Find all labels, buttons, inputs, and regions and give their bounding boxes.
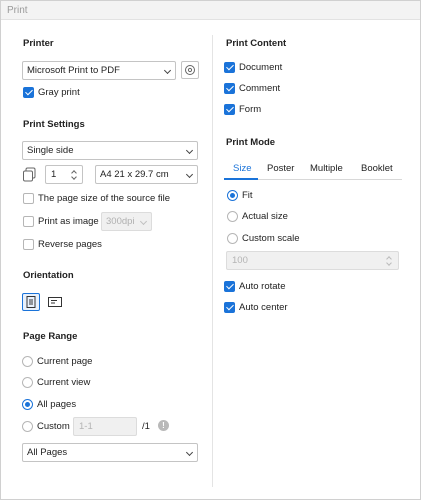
portrait-icon	[26, 296, 36, 308]
print-dialog: Print Printer Microsoft Print to PDF Gra…	[0, 0, 421, 500]
paper-size-value: A4 21 x 29.7 cm	[100, 169, 169, 180]
chevron-down-icon[interactable]	[71, 174, 77, 180]
sides-select[interactable]: Single side	[22, 141, 198, 160]
gray-print-label: Gray print	[38, 87, 80, 98]
form-label: Form	[239, 104, 262, 115]
custom-scale-label: Custom scale	[242, 233, 300, 244]
auto-rotate-label: Auto rotate	[239, 281, 286, 292]
page-subset-select[interactable]: All Pages	[22, 443, 198, 462]
document-label: Document	[239, 62, 283, 73]
landscape-button[interactable]	[46, 293, 64, 311]
radio-custom-scale[interactable]	[227, 233, 238, 244]
print-as-image-label: Print as image	[38, 216, 99, 227]
paper-size-select[interactable]: A4 21 x 29.7 cm	[95, 165, 198, 184]
chevron-down-icon[interactable]	[386, 260, 392, 266]
print-content-section-title: Print Content	[226, 38, 287, 49]
active-tab-indicator	[224, 178, 258, 180]
landscape-icon	[48, 297, 62, 307]
radio-custom[interactable]	[22, 421, 33, 432]
current-view-label: Current view	[37, 377, 91, 388]
custom-label: Custom	[37, 421, 70, 432]
chevron-down-icon	[163, 66, 172, 75]
chevron-down-icon	[185, 448, 194, 457]
column-divider	[212, 35, 213, 487]
print-mode-section-title: Print Mode	[226, 137, 276, 148]
orientation-section-title: Orientation	[23, 270, 74, 281]
radio-current-view[interactable]	[22, 377, 33, 388]
scale-stepper[interactable]: 100	[226, 251, 399, 270]
printer-select[interactable]: Microsoft Print to PDF	[22, 61, 176, 80]
copies-icon	[23, 167, 36, 182]
page-subset-value: All Pages	[27, 447, 68, 458]
custom-range-input[interactable]: 1-1	[73, 417, 137, 436]
tab-multiple[interactable]: Multiple	[310, 163, 343, 174]
portrait-button[interactable]	[22, 293, 40, 311]
custom-range-placeholder: 1-1	[79, 421, 93, 432]
radio-fit[interactable]	[227, 190, 238, 201]
print-settings-section-title: Print Settings	[23, 119, 85, 130]
scale-value: 100	[232, 255, 248, 266]
current-page-label: Current page	[37, 356, 93, 367]
chevron-down-icon	[185, 170, 194, 179]
copies-value: 1	[51, 169, 57, 180]
info-icon[interactable]: !	[158, 420, 169, 431]
radio-current-page[interactable]	[22, 356, 33, 367]
auto-center-label: Auto center	[239, 302, 288, 313]
comment-label: Comment	[239, 83, 281, 94]
chevron-down-icon	[139, 217, 148, 226]
printer-properties-button[interactable]	[181, 61, 199, 79]
gray-print-checkbox[interactable]	[23, 87, 34, 98]
page-total-label: /1	[142, 421, 150, 432]
radio-actual-size[interactable]	[227, 211, 238, 222]
gear-icon	[185, 65, 195, 75]
comment-checkbox[interactable]	[224, 83, 235, 94]
all-pages-label: All pages	[37, 399, 77, 410]
print-as-image-checkbox[interactable]	[23, 216, 34, 227]
tab-poster[interactable]: Poster	[267, 163, 294, 174]
dpi-select[interactable]: 300dpi	[101, 212, 152, 231]
radio-all-pages[interactable]	[22, 399, 33, 410]
sides-select-value: Single side	[27, 145, 74, 156]
printer-select-value: Microsoft Print to PDF	[27, 65, 120, 76]
page-size-source-label: The page size of the source file	[38, 193, 171, 204]
page-range-section-title: Page Range	[23, 331, 78, 342]
auto-center-checkbox[interactable]	[224, 302, 235, 313]
actual-size-label: Actual size	[242, 211, 288, 222]
copies-stepper[interactable]: 1	[45, 165, 83, 184]
form-checkbox[interactable]	[224, 104, 235, 115]
auto-rotate-checkbox[interactable]	[224, 281, 235, 292]
page-size-source-checkbox[interactable]	[23, 193, 34, 204]
tab-size[interactable]: Size	[233, 163, 251, 174]
reverse-pages-label: Reverse pages	[38, 239, 102, 250]
reverse-pages-checkbox[interactable]	[23, 239, 34, 250]
dpi-value: 300dpi	[106, 216, 135, 227]
chevron-down-icon	[185, 146, 194, 155]
window-title: Print	[1, 1, 420, 20]
document-checkbox[interactable]	[224, 62, 235, 73]
printer-section-title: Printer	[23, 38, 54, 49]
tab-booklet[interactable]: Booklet	[361, 163, 393, 174]
fit-label: Fit	[242, 190, 253, 201]
